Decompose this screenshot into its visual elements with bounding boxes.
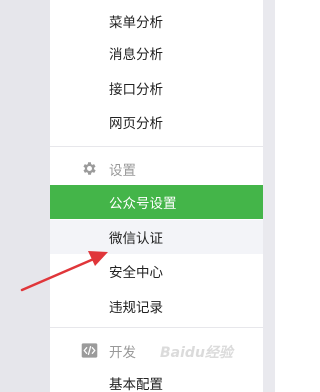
menu-item-basic-config[interactable]: 基本配置	[50, 368, 263, 392]
menu-item-account-settings[interactable]: 公众号设置	[50, 185, 263, 219]
menu-item-violation-records[interactable]: 违规记录	[50, 289, 263, 323]
menu-item-label: 菜单分析	[109, 15, 163, 31]
section-title: 设置	[109, 163, 136, 179]
menu-item-message-analysis[interactable]: 消息分析	[50, 36, 263, 70]
menu-item-label: 安全中心	[109, 265, 163, 281]
section-divider	[50, 327, 263, 328]
menu-item-label: 公众号设置	[109, 196, 177, 212]
menu-item-label: 接口分析	[109, 82, 163, 98]
menu-item-label: 基本配置	[109, 377, 163, 392]
section-divider	[50, 146, 263, 147]
menu-item-label: 网页分析	[109, 116, 163, 132]
menu-item-label: 违规记录	[109, 300, 163, 316]
code-icon	[81, 342, 98, 359]
menu-item-wechat-verification[interactable]: 微信认证	[50, 220, 263, 254]
menu-item-menu-analysis[interactable]: 菜单分析	[50, 4, 263, 38]
menu-item-web-analysis[interactable]: 网页分析	[50, 105, 263, 139]
gear-icon	[81, 160, 98, 177]
right-gutter	[263, 0, 275, 392]
menu-item-interface-analysis[interactable]: 接口分析	[50, 71, 263, 105]
menu-item-label: 消息分析	[109, 47, 163, 63]
watermark: Baidu经验	[160, 345, 233, 361]
left-gutter	[0, 0, 50, 392]
menu-item-label: 微信认证	[109, 231, 163, 247]
section-settings: 设置	[50, 155, 263, 183]
sidebar-menu: 菜单分析 消息分析 接口分析 网页分析 设置 公众号设置 微信认证 安全中心 违…	[50, 0, 263, 392]
section-title: 开发	[109, 345, 136, 361]
menu-item-security-center[interactable]: 安全中心	[50, 254, 263, 288]
